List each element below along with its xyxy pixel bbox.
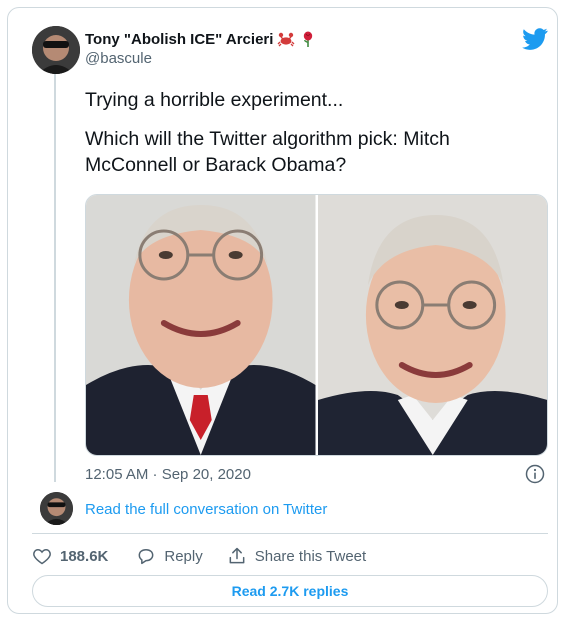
share-button[interactable]: Share this Tweet bbox=[227, 546, 366, 566]
conversation-avatar[interactable] bbox=[40, 492, 73, 525]
like-button[interactable]: 188.6K bbox=[32, 546, 108, 566]
reply-label: Reply bbox=[164, 547, 203, 565]
tweet-text-line-1: Trying a horrible experiment... bbox=[85, 89, 344, 111]
crab-emoji-icon bbox=[277, 30, 295, 48]
read-conversation-link[interactable]: Read the full conversation on Twitter bbox=[85, 501, 327, 518]
tweet-text: Trying a horrible experiment... Which wi… bbox=[85, 87, 525, 178]
tweet-text-line-2: Which will the Twitter algorithm pick: M… bbox=[85, 128, 450, 176]
heart-icon bbox=[33, 548, 51, 565]
action-bar: 188.6K Reply Share this Tweet bbox=[32, 545, 366, 567]
reply-icon bbox=[138, 549, 154, 565]
author-avatar[interactable] bbox=[32, 26, 80, 74]
share-icon bbox=[229, 547, 245, 564]
rose-emoji-icon bbox=[299, 30, 317, 48]
tweet-timestamp[interactable]: 12:05 AM · Sep 20, 2020 bbox=[85, 466, 251, 483]
read-replies-button[interactable]: Read 2.7K replies bbox=[32, 575, 548, 607]
like-count: 188.6K bbox=[60, 547, 109, 565]
author-handle[interactable]: @bascule bbox=[85, 50, 152, 67]
author-display-name[interactable]: Tony "Abolish ICE" Arcieri bbox=[85, 31, 273, 48]
reply-button[interactable]: Reply bbox=[136, 546, 203, 566]
thread-line bbox=[54, 74, 56, 482]
divider bbox=[32, 533, 548, 534]
photo-right[interactable] bbox=[317, 195, 547, 455]
author-name[interactable]: Tony "Abolish ICE" Arcieri bbox=[85, 30, 317, 48]
info-icon[interactable] bbox=[525, 464, 545, 484]
tweet-media[interactable] bbox=[85, 194, 548, 456]
share-label: Share this Tweet bbox=[254, 547, 367, 565]
twitter-bird-icon[interactable] bbox=[522, 28, 548, 50]
photo-left[interactable] bbox=[86, 195, 316, 455]
tweet-embed-card: Tony "Abolish ICE" Arcieri @bascule Tryi… bbox=[7, 7, 558, 614]
